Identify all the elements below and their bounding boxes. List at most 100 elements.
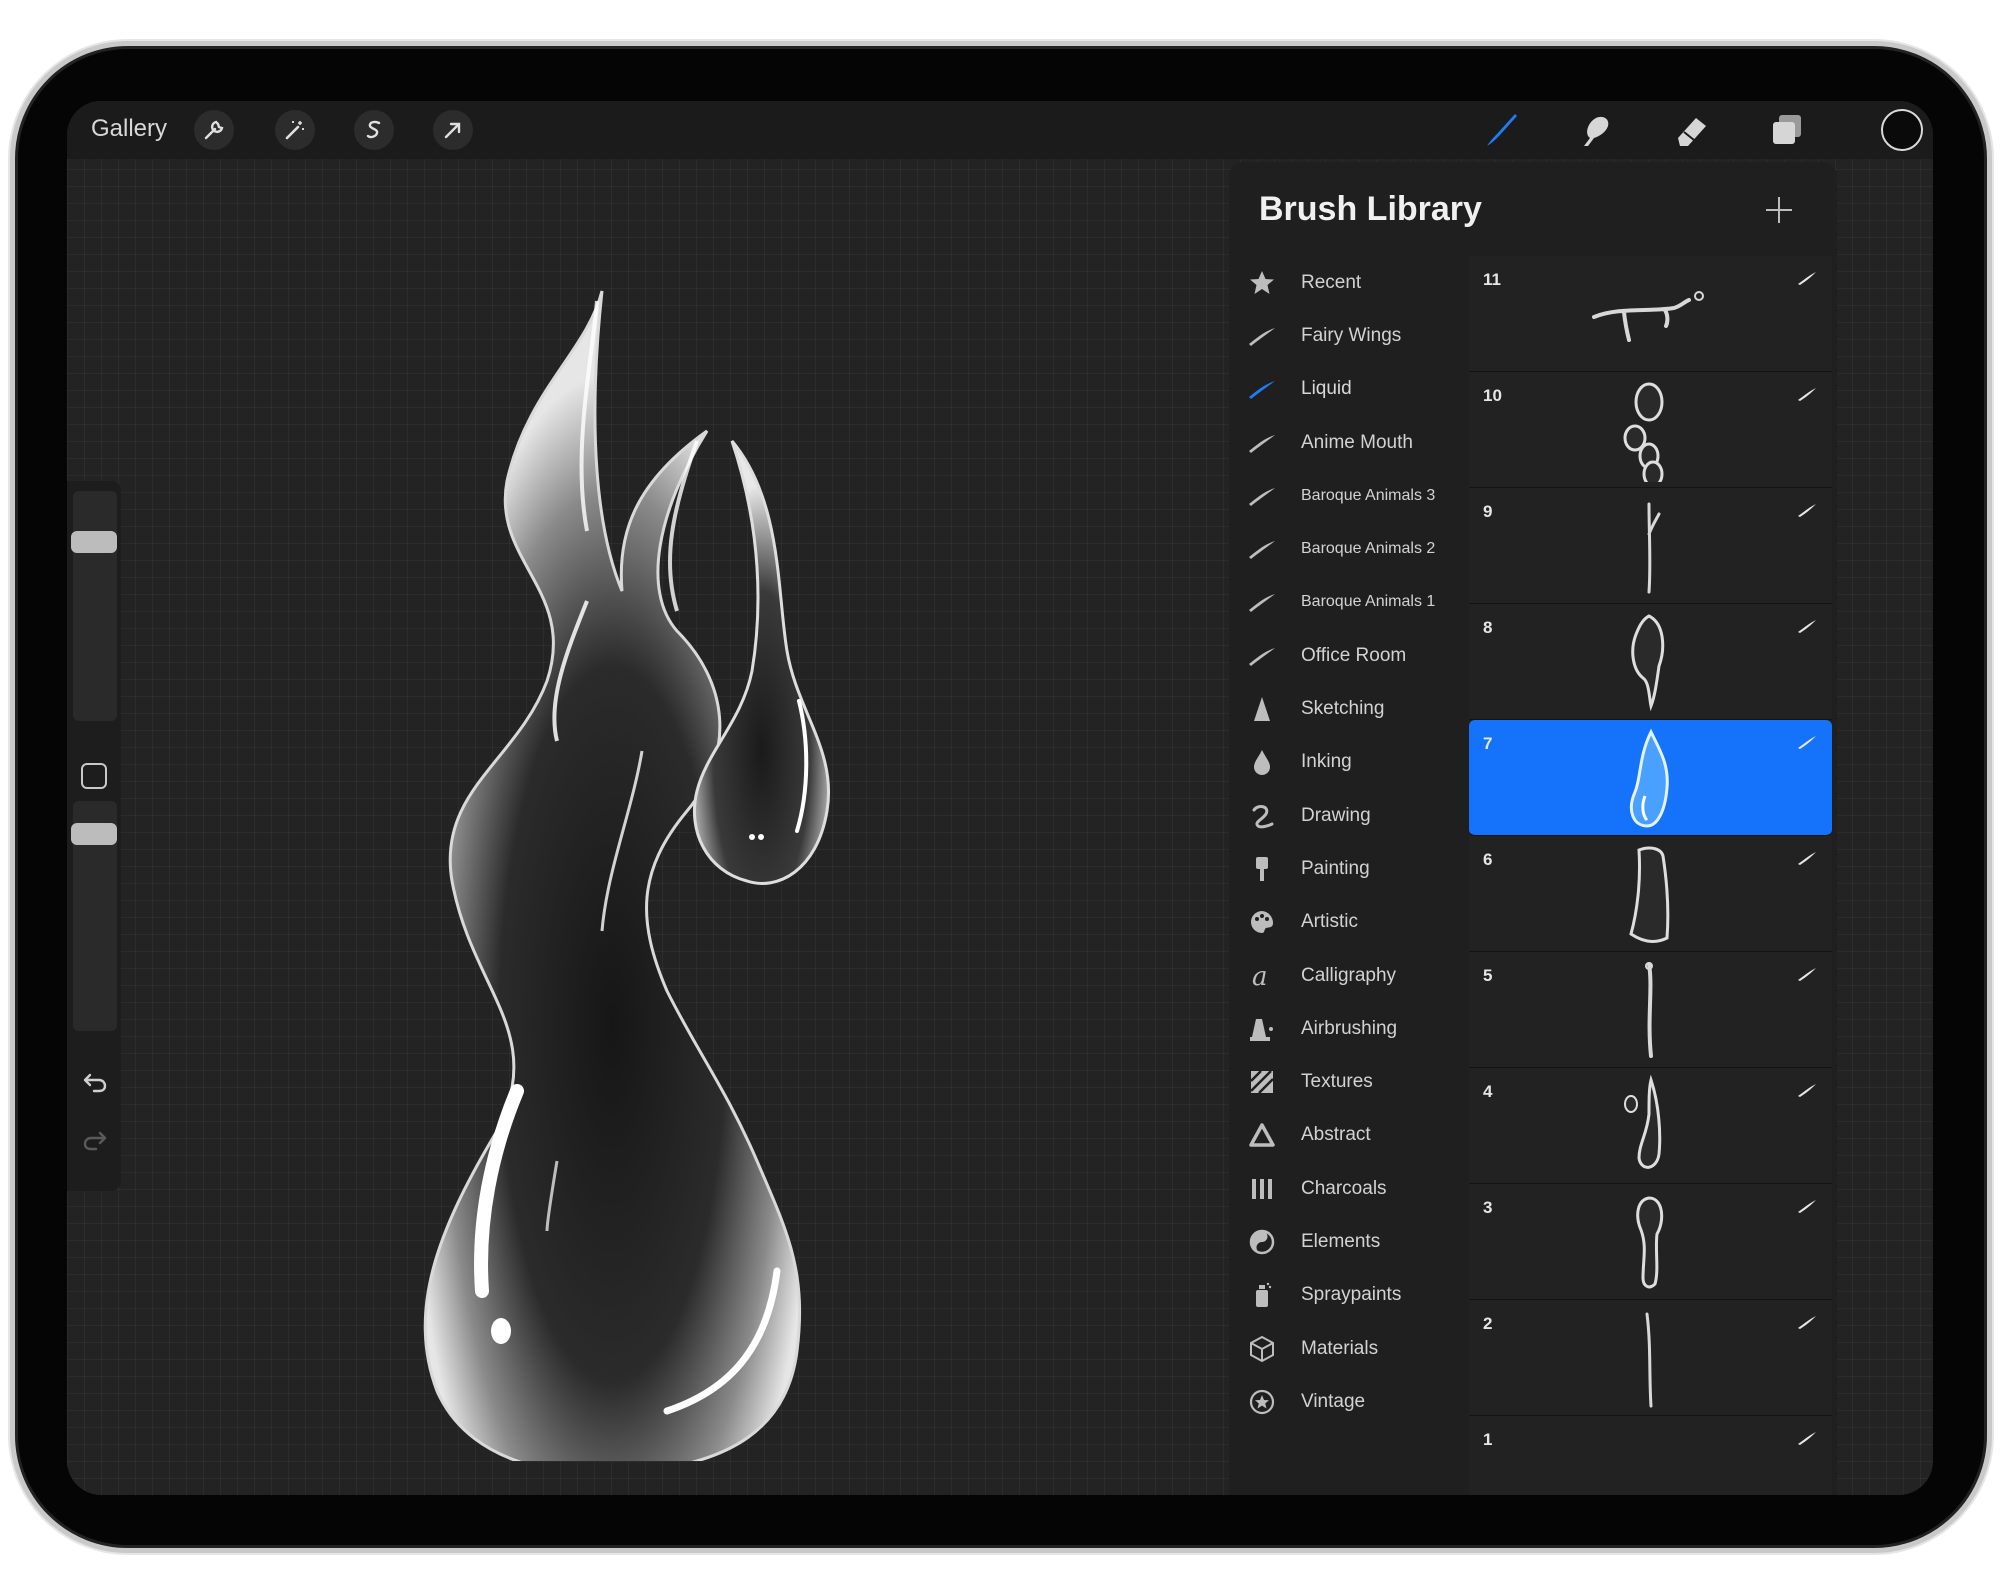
brush-stroke-preview	[1569, 262, 1729, 366]
brush-stroke-preview	[1569, 958, 1729, 1062]
brush-stroke-icon	[1796, 1430, 1818, 1446]
brush-set-item[interactable]: Liquid	[1243, 363, 1473, 416]
actions-wrench-button[interactable]	[194, 110, 234, 150]
brush-set-item[interactable]: Painting	[1243, 842, 1473, 895]
wrench-icon	[204, 120, 224, 140]
yin-yang-icon	[1243, 1225, 1281, 1259]
brush-set-label: Calligraphy	[1301, 964, 1397, 986]
brush-set-item[interactable]: Textures	[1243, 1055, 1473, 1108]
smudge-tool-button[interactable]	[1573, 107, 1619, 153]
brush-size-knob[interactable]	[71, 531, 117, 553]
brush-set-item[interactable]: Anime Mouth	[1243, 416, 1473, 469]
brush-set-item[interactable]: Inking	[1243, 736, 1473, 789]
brush-size-slider[interactable]	[71, 491, 117, 721]
brush-number: 9	[1483, 502, 1493, 521]
brush-set-list: Recent Fairy Wings Liquid Anime Mouth Baroqu…	[1243, 256, 1473, 1429]
brush-item[interactable]: 10	[1469, 372, 1832, 488]
brush-stroke-preview	[1569, 1306, 1729, 1410]
brush-set-label: Recent	[1301, 271, 1362, 293]
brush-set-item[interactable]: Vintage	[1243, 1375, 1473, 1428]
brush-stroke-icon	[1796, 502, 1818, 518]
brush-stroke-icon	[1243, 585, 1281, 619]
procreate-canvas[interactable]: Gallery Brush Library Recent Fairy Wings…	[67, 101, 1933, 1495]
brush-item[interactable]: 1	[1469, 1416, 1832, 1495]
smudge-icon	[1584, 116, 1609, 146]
brush-set-label: Painting	[1301, 857, 1370, 879]
liquid-drop-artwork	[423, 290, 830, 1461]
brush-set-item[interactable]: Fairy Wings	[1243, 309, 1473, 362]
transform-button[interactable]	[433, 110, 473, 150]
badge-star-icon	[1243, 1385, 1281, 1419]
spray-can-icon	[1243, 1278, 1281, 1312]
brush-number: 1	[1483, 1430, 1493, 1449]
left-sidebar	[67, 481, 121, 1191]
brush-stroke-preview	[1569, 842, 1729, 946]
opacity-slider[interactable]	[71, 801, 117, 1031]
brush-set-label: Elements	[1301, 1230, 1381, 1252]
modify-button[interactable]	[81, 763, 107, 789]
brush-set-label: Materials	[1301, 1337, 1379, 1359]
brush-tool-button[interactable]	[1478, 107, 1524, 153]
brush-number: 3	[1483, 1198, 1493, 1217]
adjustments-button[interactable]	[275, 110, 315, 150]
brush-item[interactable]: 2	[1469, 1300, 1832, 1416]
brush-set-item[interactable]: Abstract	[1243, 1109, 1473, 1162]
brush-stroke-preview	[1569, 610, 1729, 714]
brush-set-item[interactable]: Elements	[1243, 1215, 1473, 1268]
brush-stroke-icon	[1796, 850, 1818, 866]
brush-stroke-icon	[1243, 532, 1281, 566]
brush-set-item[interactable]: Baroque Animals 2	[1243, 522, 1473, 575]
brush-set-item[interactable]: Recent	[1243, 256, 1473, 309]
opacity-knob[interactable]	[71, 823, 117, 845]
brush-stroke-icon	[1796, 1198, 1818, 1214]
brush-number: 7	[1483, 734, 1493, 753]
brush-library-panel: Brush Library Recent Fairy Wings Liquid Ani…	[1229, 162, 1837, 1495]
undo-button[interactable]	[80, 1067, 110, 1097]
brush-set-label: Vintage	[1301, 1390, 1366, 1412]
charcoal-icon	[1243, 1172, 1281, 1206]
brush-set-label: Baroque Animals 3	[1301, 486, 1436, 504]
transform-arrow-icon	[444, 122, 461, 139]
star-icon	[1243, 266, 1281, 300]
brush-stroke-icon	[1796, 270, 1818, 286]
brush-item[interactable]: 5	[1469, 952, 1832, 1068]
brush-number: 11	[1483, 270, 1501, 289]
brush-set-item[interactable]: Artistic	[1243, 896, 1473, 949]
brush-item[interactable]: 3	[1469, 1184, 1832, 1300]
pencil-tip-icon	[1243, 692, 1281, 726]
add-brush-button[interactable]	[1759, 190, 1799, 230]
brush-stroke-icon	[1796, 1082, 1818, 1098]
paint-brush-icon	[1243, 852, 1281, 886]
ink-drop-icon	[1243, 745, 1281, 779]
redo-icon	[83, 1131, 107, 1151]
brush-item[interactable]: 6	[1469, 836, 1832, 952]
brush-number: 8	[1483, 618, 1493, 637]
brush-set-item[interactable]: Spraypaints	[1243, 1269, 1473, 1322]
brush-set-item[interactable]: Materials	[1243, 1322, 1473, 1375]
eraser-tool-button[interactable]	[1669, 107, 1715, 153]
brush-set-item[interactable]: Sketching	[1243, 682, 1473, 735]
brush-set-item[interactable]: Office Room	[1243, 629, 1473, 682]
brush-set-item[interactable]: Charcoals	[1243, 1162, 1473, 1215]
brush-set-item[interactable]: Baroque Animals 3	[1243, 469, 1473, 522]
selection-button[interactable]	[354, 110, 394, 150]
brush-set-item[interactable]: Baroque Animals 1	[1243, 576, 1473, 629]
brush-item[interactable]: 11	[1469, 256, 1832, 372]
brush-item[interactable]: 8	[1469, 604, 1832, 720]
color-picker-button[interactable]	[1881, 109, 1923, 151]
brush-stroke-preview	[1569, 1190, 1729, 1294]
brush-set-label: Abstract	[1301, 1124, 1371, 1146]
brush-set-item[interactable]: Airbrushing	[1243, 1002, 1473, 1055]
brush-set-item[interactable]: Drawing	[1243, 789, 1473, 842]
brush-set-label: Anime Mouth	[1301, 431, 1413, 453]
redo-button[interactable]	[80, 1125, 110, 1155]
brush-stroke-icon	[1796, 734, 1818, 750]
brush-item[interactable]: 7	[1469, 720, 1832, 836]
layers-button[interactable]	[1764, 107, 1810, 153]
squiggle-icon	[1243, 799, 1281, 833]
brush-item[interactable]: 9	[1469, 488, 1832, 604]
brush-stroke-preview	[1569, 726, 1729, 830]
brush-item[interactable]: 4	[1469, 1068, 1832, 1184]
brush-set-item[interactable]: a Calligraphy	[1243, 949, 1473, 1002]
gallery-button[interactable]: Gallery	[91, 115, 167, 143]
